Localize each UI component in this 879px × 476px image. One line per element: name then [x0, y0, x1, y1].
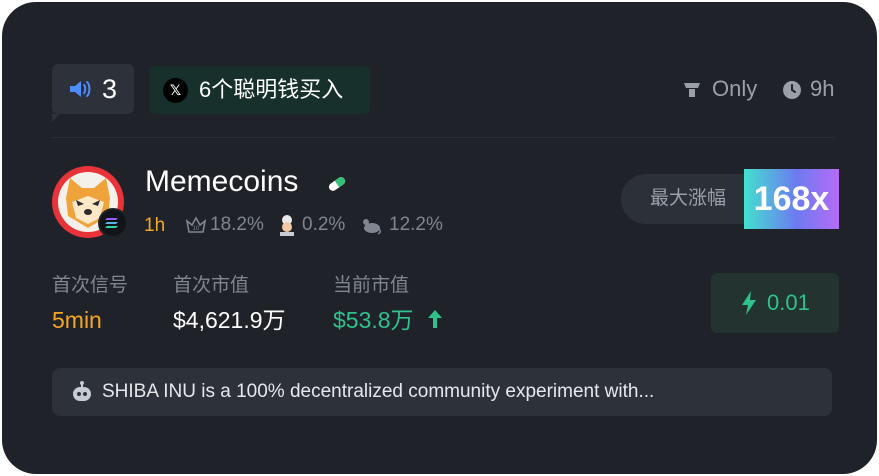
crown-icon: 10	[185, 216, 207, 233]
divider	[52, 137, 835, 138]
time-label: 9h	[810, 76, 835, 101]
token-name[interactable]: Memecoins	[145, 164, 298, 200]
current-mcap-value: $53.8万	[333, 307, 414, 333]
dev-holding: 0.2%	[302, 214, 346, 235]
max-gain-value: 168x	[744, 169, 839, 229]
arrow-up-icon	[428, 310, 442, 328]
first-mcap-value: $4,621.9万	[173, 307, 286, 333]
signal-card: 3 𝕏 6个聪明钱买入 Only 9h Memecoins 1h 10 18.2…	[2, 2, 877, 474]
pill-icon	[328, 177, 346, 191]
top10-holding: 18.2%	[210, 214, 264, 235]
solana-chain-icon	[98, 208, 128, 238]
mention-count: 3	[102, 74, 118, 104]
speaker-icon	[70, 81, 91, 97]
lightning-icon	[742, 291, 756, 315]
clock-icon	[783, 81, 801, 99]
robot-icon	[73, 381, 91, 401]
smart-money-text: 6个聪明钱买入	[199, 77, 344, 102]
current-mcap-label: 当前市值	[333, 275, 410, 296]
svg-text:10: 10	[193, 226, 200, 232]
rat-icon	[363, 219, 382, 235]
ai-summary-text: SHIBA INU is a 100% decentralized commun…	[102, 381, 655, 402]
rat-trader-holding: 12.2%	[389, 214, 443, 235]
first-signal-value: 5min	[52, 307, 102, 333]
first-signal-label: 首次信号	[52, 275, 129, 296]
filter-label[interactable]: Only	[712, 75, 757, 103]
x-logo-icon: 𝕏	[163, 78, 188, 103]
badge-tail	[52, 114, 60, 122]
token-age: 1h	[144, 215, 166, 236]
max-gain-label: 最大涨幅	[650, 188, 727, 209]
smart-money-tag[interactable]: 𝕏 6个聪明钱买入	[149, 66, 370, 114]
chef-icon	[280, 215, 294, 236]
quick-buy-amount[interactable]: 0.01	[767, 290, 810, 316]
mention-count-badge[interactable]: 3	[52, 64, 134, 122]
first-mcap-label: 首次市值	[173, 275, 250, 296]
filter-icon[interactable]	[682, 80, 702, 100]
